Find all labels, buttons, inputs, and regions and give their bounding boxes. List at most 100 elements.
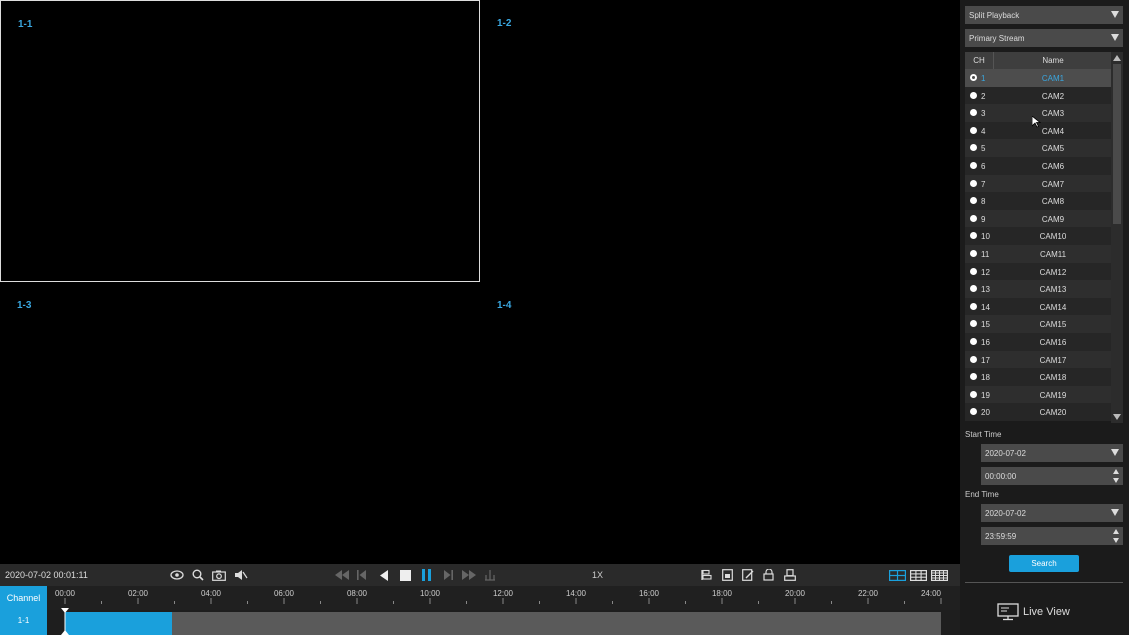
channel-row[interactable]: 8 CAM8 [965, 192, 1111, 210]
channel-name: CAM17 [1039, 355, 1067, 365]
channel-name: CAM18 [1039, 373, 1067, 383]
radio-button[interactable] [970, 126, 977, 134]
channel-row[interactable]: 18 CAM18 [965, 368, 1111, 386]
channel-number: 10 [981, 232, 990, 242]
channel-row[interactable]: 2 CAM2 [965, 86, 1111, 105]
channel-row[interactable]: 15 CAM15 [965, 315, 1111, 333]
video-tile-1-2[interactable]: 1-2 [480, 0, 960, 282]
recording-track[interactable] [65, 612, 941, 635]
reverse-play-icon[interactable] [378, 568, 390, 582]
col-name: Name [1042, 56, 1064, 65]
radio-button[interactable] [970, 249, 977, 257]
channel-row[interactable]: 5 CAM5 [965, 139, 1111, 157]
radio-button[interactable] [970, 302, 977, 310]
fast-rewind-icon[interactable] [334, 568, 350, 582]
channel-row[interactable]: 6 CAM6 [965, 156, 1111, 175]
channel-list-scrollbar[interactable] [1111, 52, 1123, 423]
channel-row[interactable]: 9 CAM9 [965, 209, 1111, 228]
radio-button[interactable] [970, 285, 977, 293]
eye-icon[interactable] [170, 568, 184, 582]
scroll-down-icon[interactable] [1113, 414, 1121, 420]
frame-step-icon[interactable] [484, 568, 496, 582]
audio-icon[interactable] [234, 568, 248, 582]
tag-icon[interactable] [699, 568, 713, 582]
layout-9-icon[interactable] [910, 568, 927, 582]
channel-row[interactable]: 20 CAM20 [965, 403, 1111, 421]
pause-icon[interactable] [420, 568, 433, 582]
channel-row[interactable]: 19 CAM19 [965, 385, 1111, 404]
start-time-field[interactable]: 00:00:00 [981, 467, 1123, 485]
live-view-label: Live View [1023, 606, 1070, 618]
video-tile-1-4[interactable]: 1-4 [480, 282, 960, 564]
channel-row[interactable]: 1 CAM1 [965, 69, 1111, 87]
channel-row[interactable]: 11 CAM11 [965, 244, 1111, 263]
edit-note-icon[interactable] [741, 568, 755, 582]
radio-button[interactable] [970, 267, 977, 275]
recorded-segment [65, 612, 172, 635]
playhead-marker[interactable] [61, 608, 69, 635]
radio-button[interactable] [970, 161, 977, 169]
channel-name: CAM14 [1039, 302, 1067, 312]
channel-name: CAM2 [1041, 91, 1065, 101]
channel-row[interactable]: 7 CAM7 [965, 174, 1111, 193]
fast-forward-icon[interactable] [461, 568, 477, 582]
mode-select[interactable]: Split Playback [965, 6, 1123, 24]
start-date-field[interactable]: 2020-07-02 [981, 444, 1123, 462]
live-view-button[interactable]: Live View [997, 601, 1070, 623]
radio-button[interactable] [970, 214, 977, 222]
snapshot-icon[interactable] [212, 568, 226, 582]
radio-button[interactable] [970, 91, 977, 99]
video-tile-1-3[interactable]: 1-3 [0, 282, 480, 564]
start-time-label: Start Time [965, 430, 1002, 439]
scroll-thumb[interactable] [1113, 64, 1121, 224]
radio-button[interactable] [970, 337, 977, 345]
radio-button[interactable] [970, 232, 977, 240]
video-tile-1-1[interactable]: 1-1 [0, 0, 480, 282]
panel-divider [965, 582, 1123, 583]
radio-button[interactable] [970, 74, 977, 81]
radio-button[interactable] [970, 109, 977, 117]
channel-name: CAM12 [1039, 267, 1067, 277]
step-forward-icon[interactable] [442, 568, 454, 582]
tile-label: 1-1 [18, 19, 33, 30]
zoom-icon[interactable] [191, 568, 205, 582]
end-time-field[interactable]: 23:59:59 [981, 527, 1123, 545]
radio-button[interactable] [970, 355, 977, 363]
search-button[interactable]: Search [1009, 555, 1079, 572]
channel-number: 9 [981, 214, 986, 224]
radio-button[interactable] [970, 320, 977, 328]
channel-row[interactable]: 17 CAM17 [965, 350, 1111, 369]
channel-row[interactable]: 10 CAM10 [965, 227, 1111, 245]
end-date-field[interactable]: 2020-07-02 [981, 504, 1123, 522]
clip-icon[interactable] [720, 568, 734, 582]
layout-4-icon[interactable] [889, 568, 906, 582]
playback-speed: 1X [592, 570, 604, 580]
chevron-down-icon [1111, 34, 1119, 41]
lock-icon[interactable] [762, 568, 776, 582]
channel-row[interactable]: 12 CAM12 [965, 262, 1111, 281]
hour-label: 18:00 [712, 589, 733, 598]
channel-name: CAM15 [1039, 320, 1067, 330]
radio-button[interactable] [970, 197, 977, 205]
layout-16-icon[interactable] [931, 568, 948, 582]
radio-button[interactable] [970, 373, 977, 381]
stream-select[interactable]: Primary Stream [965, 29, 1123, 47]
radio-button[interactable] [970, 179, 977, 187]
step-back-icon[interactable] [356, 568, 368, 582]
time-ruler[interactable]: 00:00 02:00 04:00 06:00 08:00 10:00 12:00 14:00… [47, 586, 960, 610]
channel-row[interactable]: 16 CAM16 [965, 332, 1111, 351]
stop-icon[interactable] [399, 568, 412, 582]
radio-button[interactable] [970, 144, 977, 152]
channel-row[interactable]: 13 CAM13 [965, 280, 1111, 298]
channel-value: 1-1 [17, 616, 30, 625]
backup-icon[interactable] [783, 568, 797, 582]
radio-button[interactable] [970, 390, 977, 398]
spinner-icon[interactable] [1113, 529, 1120, 543]
channel-name: CAM20 [1039, 408, 1067, 418]
start-time-value: 00:00:00 [985, 471, 1017, 481]
spinner-icon[interactable] [1113, 469, 1120, 483]
radio-button[interactable] [970, 408, 977, 416]
channel-name: CAM5 [1041, 144, 1065, 154]
channel-row[interactable]: 14 CAM14 [965, 297, 1111, 316]
scroll-up-icon[interactable] [1113, 55, 1121, 61]
